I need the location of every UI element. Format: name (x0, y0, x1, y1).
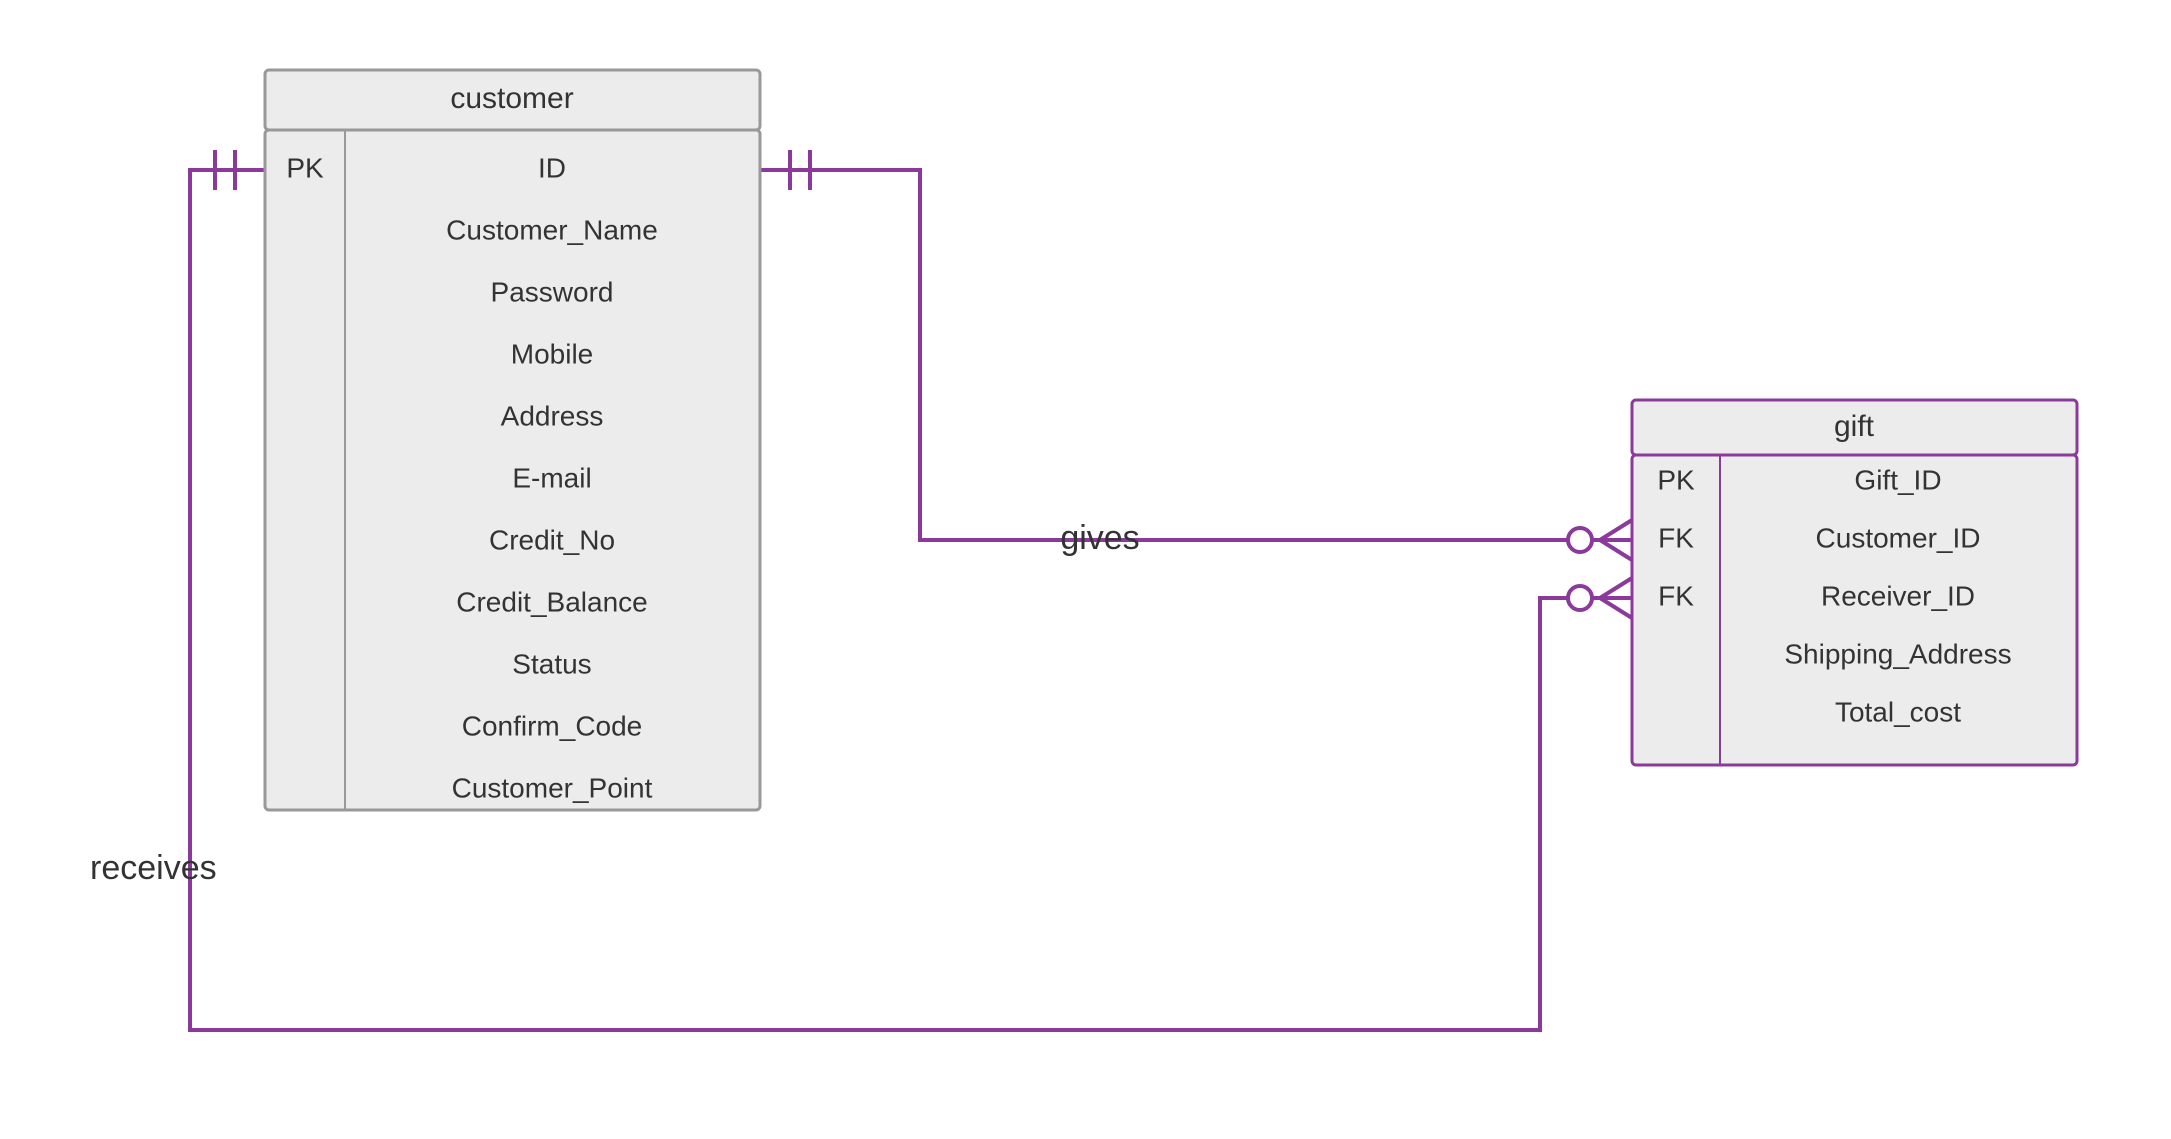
entity-gift-attr-3: Shipping_Address (1784, 638, 2011, 669)
entity-gift-attr-0: Gift_ID (1854, 464, 1941, 495)
entity-customer-attr-5: E-mail (512, 462, 591, 493)
relationship-receives-label: receives (90, 849, 217, 887)
entity-customer-attr-0: ID (538, 152, 566, 183)
entity-customer-attr-9: Confirm_Code (462, 710, 643, 741)
relationship-gives: gives (760, 150, 1632, 560)
relationship-gives-label: gives (1060, 519, 1139, 557)
entity-gift-key-2: FK (1658, 580, 1694, 611)
entity-customer-attr-10: Customer_Point (452, 772, 653, 803)
entity-customer-attr-3: Mobile (511, 338, 593, 369)
entity-customer-attr-7: Credit_Balance (456, 586, 647, 617)
entity-gift-attr-4: Total_cost (1835, 696, 1961, 727)
entity-gift-key-1: FK (1658, 522, 1694, 553)
er-diagram: gives receives customer PK ID Customer_N… (0, 0, 2171, 1139)
entity-gift-key-0: PK (1657, 464, 1695, 495)
entity-gift-attr-1: Customer_ID (1816, 522, 1981, 553)
entity-customer-title: customer (450, 82, 573, 115)
entity-gift-title: gift (1834, 410, 1875, 443)
entity-customer: customer PK ID Customer_Name Password Mo… (265, 70, 760, 810)
entity-customer-attr-1: Customer_Name (446, 214, 658, 245)
entity-customer-attr-4: Address (501, 400, 604, 431)
entity-customer-attr-6: Credit_No (489, 524, 615, 555)
entity-customer-attr-2: Password (491, 276, 614, 307)
entity-gift: gift PK Gift_ID FK Customer_ID FK Receiv… (1632, 400, 2077, 765)
entity-customer-attr-8: Status (512, 648, 591, 679)
entity-customer-key-0: PK (286, 152, 324, 183)
entity-gift-attr-2: Receiver_ID (1821, 580, 1975, 611)
